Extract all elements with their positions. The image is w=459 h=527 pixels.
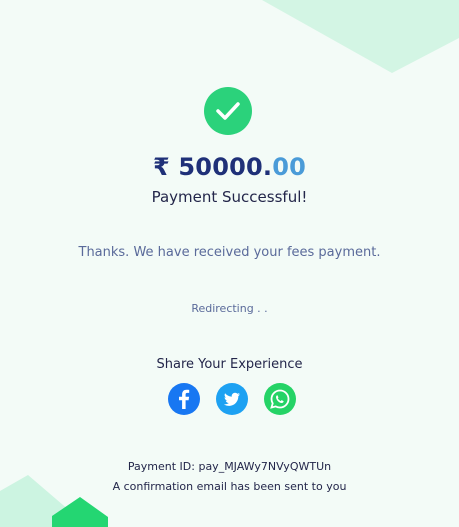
twitter-icon[interactable] (216, 383, 248, 415)
currency-symbol: ₹ (152, 153, 170, 181)
facebook-icon[interactable] (168, 383, 200, 415)
success-check-icon (204, 87, 252, 135)
amount-whole: 50000. (178, 153, 273, 181)
payment-success-panel: ₹ 50000.00 Payment Successful! Thanks. W… (0, 0, 459, 527)
confirmation-email-note: A confirmation email has been sent to yo… (112, 480, 347, 493)
amount-decimal: 00 (272, 153, 307, 181)
payment-status: Payment Successful! (151, 188, 308, 206)
payment-id: Payment ID: pay_MJAWy7NVyQWTUn (127, 460, 332, 473)
redirect-message: Redirecting . . (191, 302, 268, 315)
payment-amount: ₹ 50000.00 (0, 153, 459, 181)
whatsapp-icon[interactable] (264, 383, 296, 415)
thanks-message: Thanks. We have received your fees payme… (78, 245, 381, 260)
share-label: Share Your Experience (156, 357, 303, 372)
